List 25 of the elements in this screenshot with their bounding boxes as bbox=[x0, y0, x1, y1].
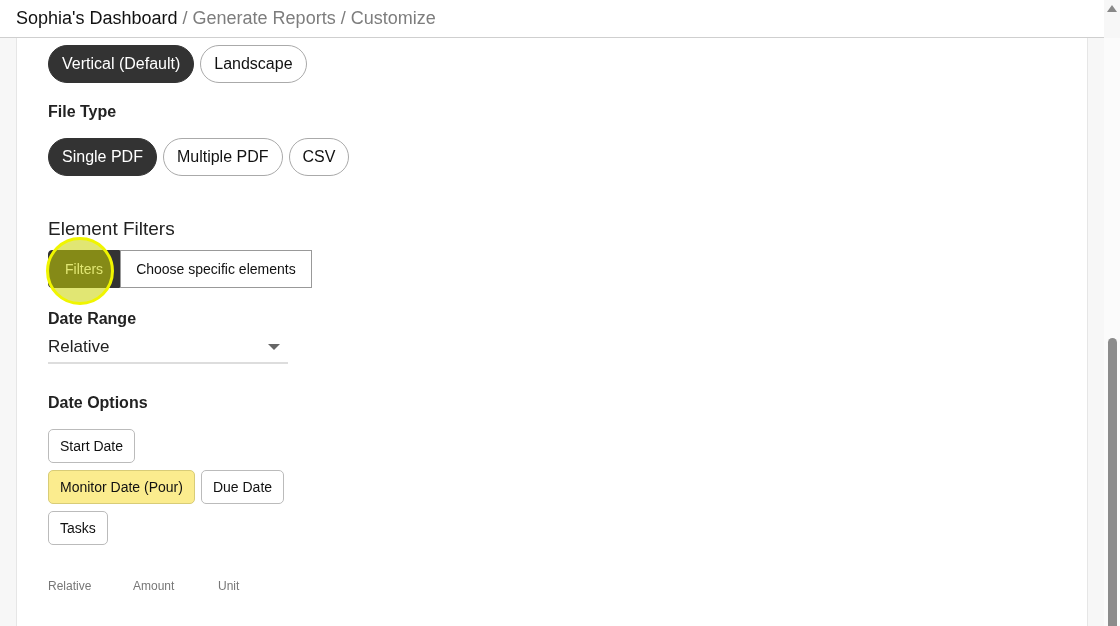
column-label: Relative bbox=[48, 579, 93, 593]
date-option[interactable]: Monitor Date (Pour) bbox=[48, 470, 195, 504]
column-label: Amount bbox=[133, 579, 176, 593]
filter-option[interactable]: Choose specific elements bbox=[120, 250, 312, 288]
date-option[interactable]: Due Date bbox=[200, 470, 285, 504]
orientation-option[interactable]: Landscape bbox=[200, 45, 307, 83]
date-option[interactable]: Tasks bbox=[48, 511, 108, 545]
orientation-option[interactable]: Vertical (Default) bbox=[48, 45, 195, 83]
column-label: Unit bbox=[218, 579, 241, 593]
section-title: Element Filters bbox=[48, 218, 176, 240]
section-title: File Type bbox=[48, 103, 118, 121]
file-type-option[interactable]: Multiple PDF bbox=[162, 138, 283, 176]
breadcrumb-item: Customize bbox=[350, 8, 436, 29]
date-option[interactable]: Start Date bbox=[48, 429, 136, 463]
file-type-option[interactable]: Single PDF bbox=[48, 138, 157, 176]
breadcrumb-separator: / bbox=[340, 8, 346, 29]
breadcrumb-link[interactable]: Sophia's Dashboard bbox=[16, 8, 178, 29]
breadcrumb-separator: / bbox=[182, 8, 188, 29]
scroll-up-icon[interactable] bbox=[1107, 5, 1117, 12]
scrollbar-thumb[interactable] bbox=[1108, 338, 1117, 626]
file-type-option[interactable]: CSV bbox=[288, 138, 350, 176]
section-title: Date Range bbox=[48, 310, 138, 328]
caret-icon bbox=[268, 344, 280, 350]
section-title: Date Options bbox=[48, 394, 149, 412]
breadcrumb-item: Generate Reports bbox=[192, 8, 336, 29]
